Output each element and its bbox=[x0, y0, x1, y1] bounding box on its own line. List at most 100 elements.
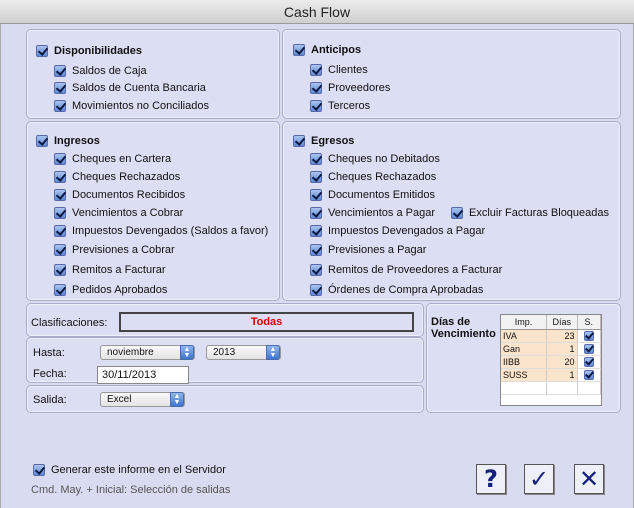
remitos-proveedores-checkbox[interactable]: Remitos de Proveedores a Facturar bbox=[310, 264, 502, 276]
checkbox-icon bbox=[54, 82, 66, 94]
checkbox-icon[interactable] bbox=[583, 369, 594, 380]
checkbox-icon[interactable] bbox=[583, 330, 594, 341]
dias-cell[interactable]: 1 bbox=[546, 342, 578, 356]
dias-cell[interactable]: 20 bbox=[546, 355, 578, 369]
column-header: Imp. bbox=[501, 315, 547, 330]
checkbox-icon bbox=[310, 244, 322, 256]
imp-cell: IIBB bbox=[501, 355, 547, 369]
checkbox-icon bbox=[54, 100, 66, 112]
checkmark-icon: ✓ bbox=[528, 465, 550, 493]
salida-label: Salida: bbox=[33, 394, 67, 406]
ingresos-checkbox[interactable]: Ingresos bbox=[36, 135, 100, 147]
vencimiento-label: Días de Vencimiento bbox=[431, 316, 496, 340]
hasta-year-select[interactable]: 2013 ▲ ▼ bbox=[206, 345, 281, 360]
table-row: SUSS 1 bbox=[501, 368, 601, 382]
cheques-no-debitados-checkbox[interactable]: Cheques no Debitados bbox=[310, 153, 440, 165]
excluir-facturas-bloqueadas-checkbox[interactable]: Excluir Facturas Bloqueadas bbox=[451, 207, 609, 219]
checkbox-icon bbox=[36, 135, 48, 147]
checkbox-icon bbox=[310, 64, 322, 76]
vencimientos-cobrar-checkbox[interactable]: Vencimientos a Cobrar bbox=[54, 207, 183, 219]
cheques-rechazados-eg-checkbox[interactable]: Cheques Rechazados bbox=[310, 171, 436, 183]
checkbox-icon bbox=[310, 225, 322, 237]
disponibilidades-checkbox[interactable]: Disponibilidades bbox=[36, 45, 142, 57]
table-row: IIBB 20 bbox=[501, 355, 601, 369]
checkbox-icon[interactable] bbox=[583, 356, 594, 367]
vencimientos-pagar-checkbox[interactable]: Vencimientos a Pagar bbox=[310, 207, 435, 219]
impuestos-saldos-favor-checkbox[interactable]: Impuestos Devengados (Saldos a favor) bbox=[54, 225, 268, 237]
salida-panel bbox=[26, 385, 424, 413]
checkbox-icon bbox=[293, 135, 305, 147]
ordenes-compra-checkbox[interactable]: Órdenes de Compra Aprobadas bbox=[310, 284, 483, 296]
checkbox-icon bbox=[54, 153, 66, 165]
help-button[interactable]: ? bbox=[476, 464, 506, 494]
checkbox-icon bbox=[36, 45, 48, 57]
select-arrows-icon: ▲ ▼ bbox=[170, 392, 184, 407]
saldos-caja-checkbox[interactable]: Saldos de Caja bbox=[54, 65, 147, 77]
vencimiento-table: Imp. Días S. IVA 23 Gan 1 IIBB 20 SUSS 1 bbox=[500, 314, 602, 406]
checkbox-icon bbox=[310, 100, 322, 112]
checkbox-icon bbox=[451, 207, 463, 219]
fechas-panel bbox=[26, 337, 424, 383]
checkbox-icon bbox=[54, 264, 66, 276]
checkbox-icon bbox=[54, 189, 66, 201]
imp-cell: SUSS bbox=[501, 368, 547, 382]
checkbox-icon bbox=[310, 189, 322, 201]
checkbox-icon bbox=[54, 284, 66, 296]
column-header: S. bbox=[577, 315, 601, 330]
salida-select[interactable]: Excel ▲ ▼ bbox=[100, 392, 185, 407]
cancel-button[interactable]: ✕ bbox=[574, 464, 604, 494]
generar-servidor-checkbox[interactable]: Generar este informe en el Servidor bbox=[33, 464, 226, 476]
ok-button[interactable]: ✓ bbox=[524, 464, 554, 494]
checkbox-icon bbox=[54, 244, 66, 256]
dias-cell[interactable]: 23 bbox=[546, 329, 578, 343]
checkbox-icon bbox=[54, 171, 66, 183]
checkbox-icon bbox=[54, 207, 66, 219]
fecha-field[interactable]: 30/11/2013 bbox=[97, 366, 189, 384]
clientes-checkbox[interactable]: Clientes bbox=[310, 64, 368, 76]
imp-cell: IVA bbox=[501, 329, 547, 343]
previsiones-pagar-checkbox[interactable]: Previsiones a Pagar bbox=[310, 244, 426, 256]
movimientos-no-conciliados-checkbox[interactable]: Movimientos no Conciliados bbox=[54, 100, 209, 112]
proveedores-checkbox[interactable]: Proveedores bbox=[310, 82, 390, 94]
hasta-month-select[interactable]: noviembre ▲ ▼ bbox=[100, 345, 195, 360]
saldos-cuenta-bancaria-checkbox[interactable]: Saldos de Cuenta Bancaria bbox=[54, 82, 206, 94]
checkbox-icon bbox=[293, 44, 305, 56]
checkbox-icon bbox=[310, 284, 322, 296]
checkbox-icon bbox=[310, 207, 322, 219]
fecha-label: Fecha: bbox=[33, 368, 67, 380]
previsiones-cobrar-checkbox[interactable]: Previsiones a Cobrar bbox=[54, 244, 175, 256]
checkbox-icon bbox=[310, 82, 322, 94]
close-icon: ✕ bbox=[578, 465, 600, 493]
remitos-facturar-checkbox[interactable]: Remitos a Facturar bbox=[54, 264, 166, 276]
table-row: IVA 23 bbox=[501, 329, 601, 343]
checkbox-icon bbox=[33, 464, 45, 476]
select-arrows-icon: ▲ ▼ bbox=[180, 345, 194, 360]
terceros-checkbox[interactable]: Terceros bbox=[310, 100, 370, 112]
documentos-emitidos-checkbox[interactable]: Documentos Emitidos bbox=[310, 189, 435, 201]
window-title: Cash Flow bbox=[0, 0, 634, 24]
clasificaciones-field[interactable]: Todas bbox=[119, 312, 414, 332]
table-row: Gan 1 bbox=[501, 342, 601, 356]
checkbox-icon bbox=[54, 65, 66, 77]
documentos-recibidos-checkbox[interactable]: Documentos Recibidos bbox=[54, 189, 185, 201]
egresos-checkbox[interactable]: Egresos bbox=[293, 135, 354, 147]
question-mark-icon: ? bbox=[484, 465, 498, 493]
table-row bbox=[501, 381, 601, 395]
impuestos-pagar-checkbox[interactable]: Impuestos Devengados a Pagar bbox=[310, 225, 485, 237]
cheques-rechazados-in-checkbox[interactable]: Cheques Rechazados bbox=[54, 171, 180, 183]
clasificaciones-label: Clasificaciones: bbox=[31, 317, 108, 329]
pedidos-aprobados-checkbox[interactable]: Pedidos Aprobados bbox=[54, 284, 167, 296]
checkbox-icon[interactable] bbox=[583, 343, 594, 354]
imp-cell: Gan bbox=[501, 342, 547, 356]
hasta-label: Hasta: bbox=[33, 347, 65, 359]
checkbox-icon bbox=[310, 153, 322, 165]
anticipos-checkbox[interactable]: Anticipos bbox=[293, 44, 361, 56]
checkbox-icon bbox=[54, 225, 66, 237]
column-header: Días bbox=[546, 315, 578, 330]
checkbox-icon bbox=[310, 171, 322, 183]
shortcut-hint: Cmd. May. + Inicial: Selección de salida… bbox=[31, 484, 231, 496]
dias-cell[interactable]: 1 bbox=[546, 368, 578, 382]
select-arrows-icon: ▲ ▼ bbox=[266, 345, 280, 360]
checkbox-icon bbox=[310, 264, 322, 276]
cheques-cartera-checkbox[interactable]: Cheques en Cartera bbox=[54, 153, 171, 165]
